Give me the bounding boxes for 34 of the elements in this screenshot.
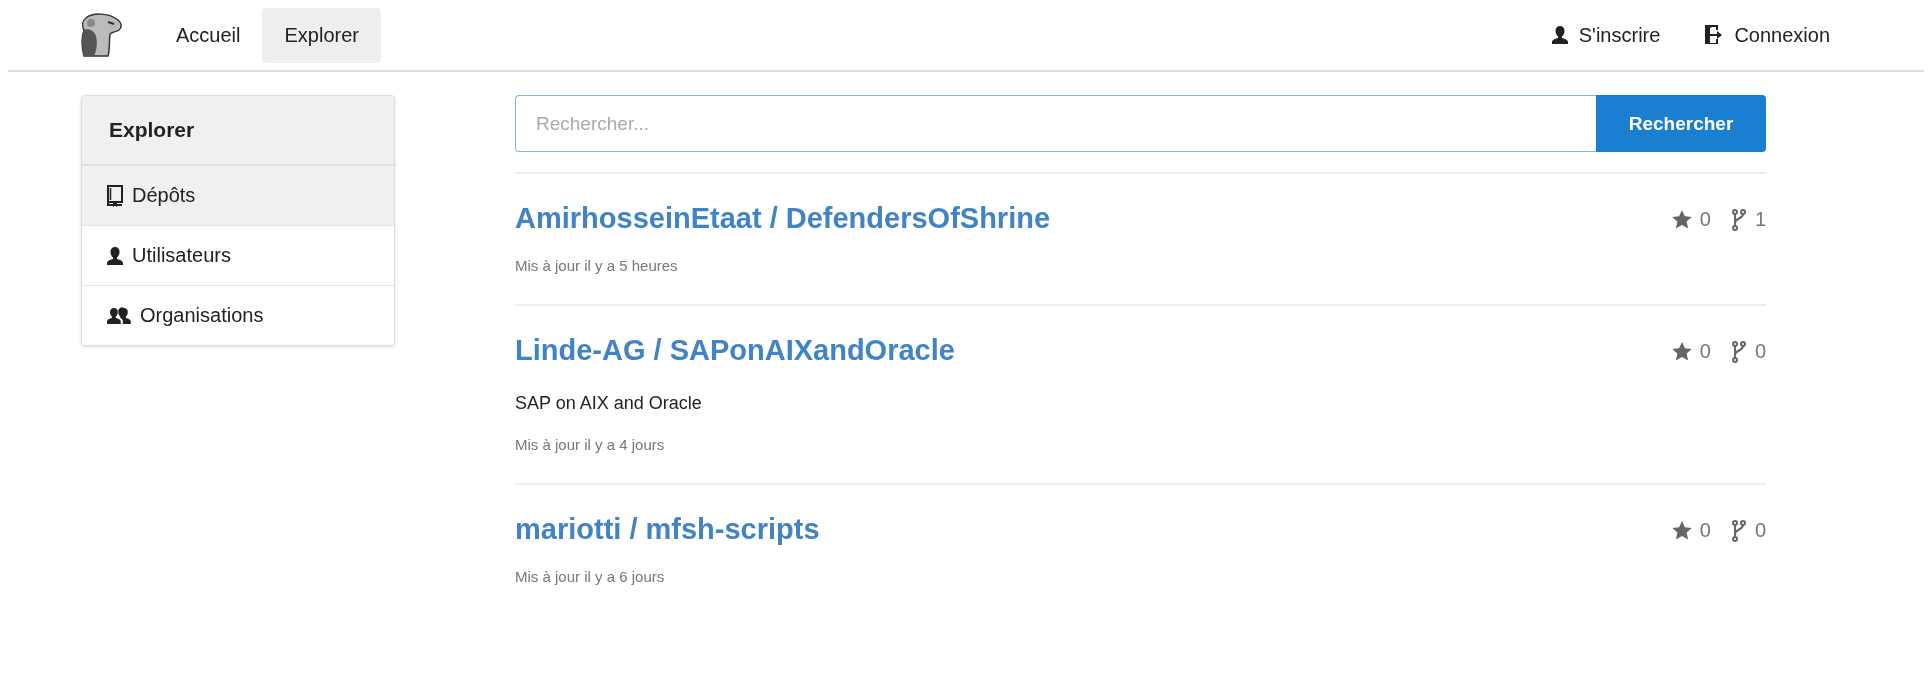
- logo-icon: [80, 12, 124, 58]
- fork-icon: [1730, 519, 1747, 542]
- repo-link[interactable]: Linde-AG / SAPonAIXandOracle: [515, 334, 955, 367]
- star-icon: [1671, 210, 1692, 229]
- nav-link[interactable]: Explorer: [262, 7, 381, 63]
- menu-header: Explorer: [82, 96, 394, 165]
- star-count: 0: [1699, 340, 1711, 363]
- book-icon: [106, 184, 124, 207]
- nav-link[interactable]: Connexion: [1682, 7, 1852, 63]
- fork-count: 0: [1754, 519, 1766, 542]
- search-button[interactable]: Rechercher: [1596, 95, 1766, 152]
- menu-item[interactable]: Organisations: [82, 285, 394, 345]
- fork-count: 0: [1754, 340, 1766, 363]
- nav-link[interactable]: S'inscrire: [1528, 7, 1683, 63]
- updated-time: Mis à jour il y a 5 heures: [515, 257, 679, 274]
- users-icon: [106, 305, 132, 326]
- updated-time: Mis à jour il y a 6 jours: [515, 568, 666, 585]
- star-count: 0: [1699, 208, 1711, 231]
- repo-link[interactable]: AmirhosseinEtaat / DefendersOfShrine: [515, 202, 1051, 235]
- star-count: 0: [1699, 519, 1711, 542]
- user-icon: [106, 245, 124, 266]
- star-icon: [1671, 342, 1692, 361]
- updated-time: Mis à jour il y a 4 jours: [515, 436, 666, 453]
- star-icon: [1671, 521, 1692, 540]
- fork-icon: [1730, 340, 1747, 363]
- repo-description: SAP on AIX and Oracle: [515, 393, 703, 414]
- user-icon: [1550, 25, 1569, 45]
- menu-item[interactable]: Utilisateurs: [82, 225, 394, 285]
- search-field[interactable]: Rechercher...: [515, 95, 1596, 152]
- nav-link[interactable]: Accueil: [154, 7, 263, 63]
- fork-icon: [1730, 208, 1747, 231]
- menu-item[interactable]: Dépôts: [82, 165, 394, 225]
- repo-link[interactable]: mariotti / mfsh-scripts: [515, 513, 820, 546]
- fork-count: 1: [1754, 208, 1766, 231]
